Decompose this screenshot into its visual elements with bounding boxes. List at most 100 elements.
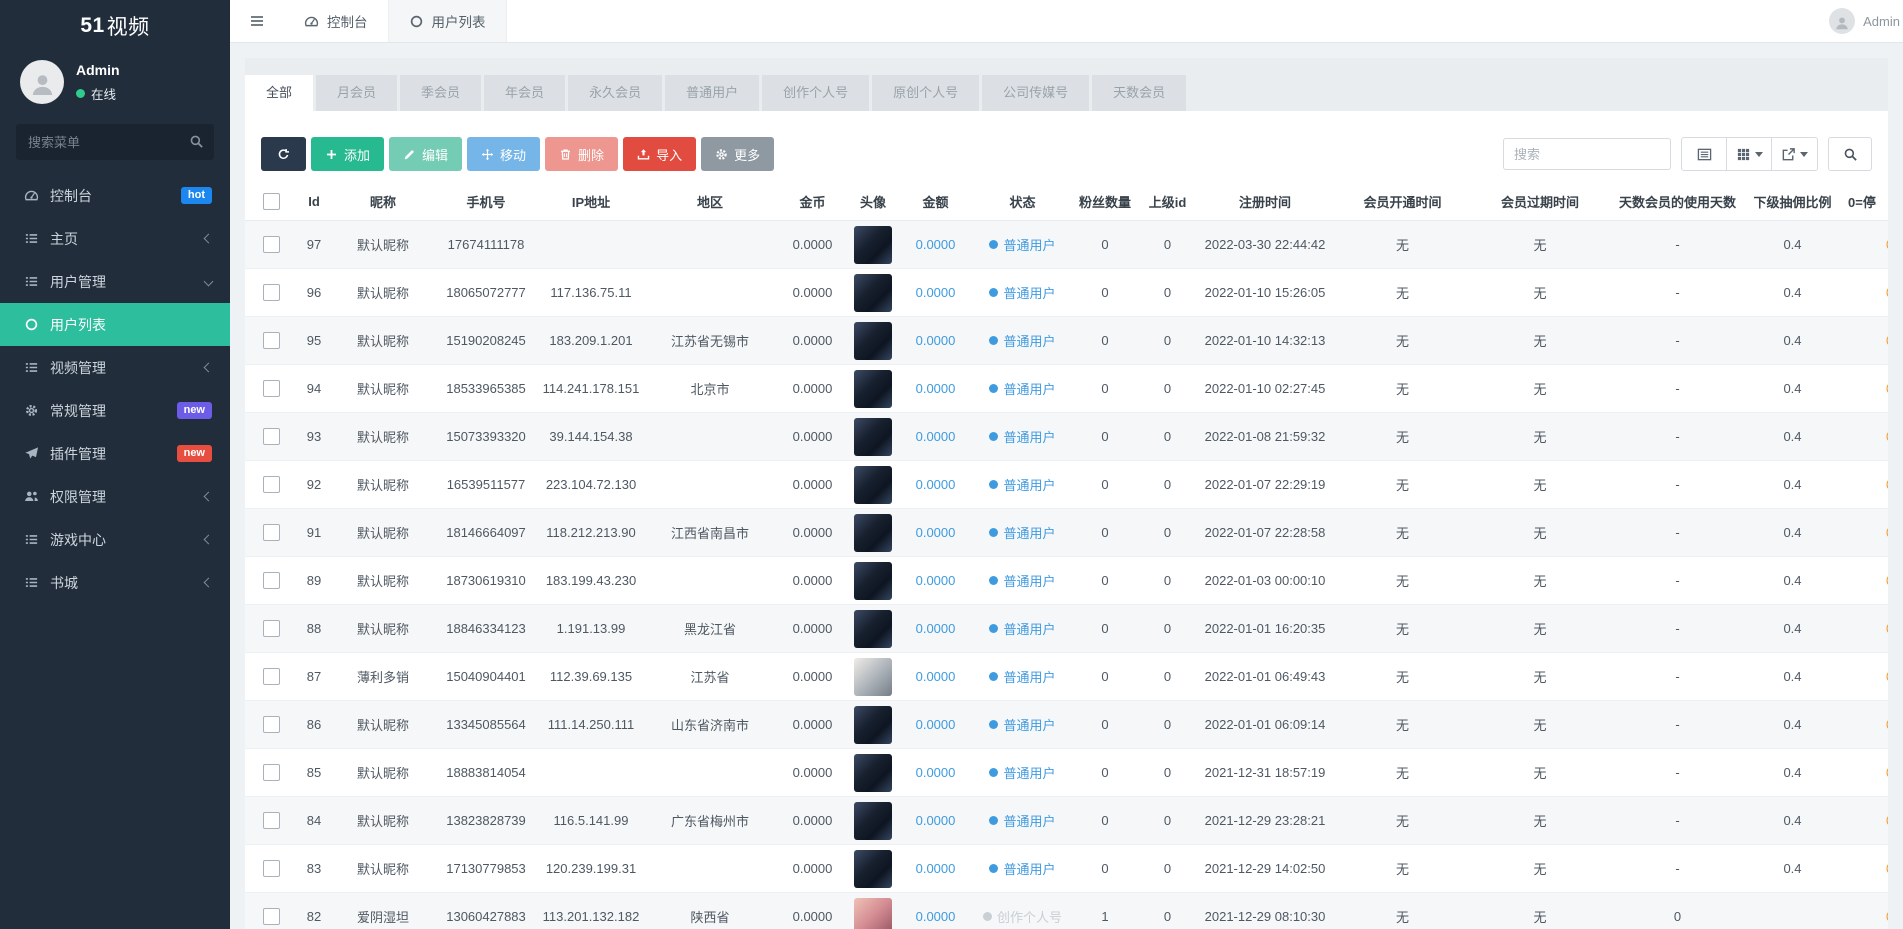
status-label: 普通用户 (1003, 379, 1055, 398)
search-button[interactable] (1828, 137, 1872, 171)
sidebar-item-权限管理[interactable]: 权限管理 (0, 475, 230, 518)
sidebar-item-插件管理[interactable]: 插件管理new (0, 432, 230, 475)
amount-link[interactable]: 0.0000 (916, 861, 956, 876)
amount-link[interactable]: 0.0000 (916, 477, 956, 492)
filter-tab-季会员[interactable]: 季会员 (400, 75, 481, 111)
amount-link[interactable]: 0.0000 (916, 765, 956, 780)
row-checkbox[interactable] (263, 284, 280, 301)
cell-ip: 1.191.13.99 (537, 605, 645, 653)
amount-link[interactable]: 0.0000 (916, 285, 956, 300)
column-header-phone: 手机号 (435, 183, 537, 221)
cell-select (245, 845, 297, 893)
topbar-tab-用户列表[interactable]: 用户列表 (388, 0, 507, 42)
amount-link[interactable]: 0.0000 (916, 525, 956, 540)
cell-parent-id: 0 (1140, 221, 1195, 269)
cell-amount: 0.0000 (896, 413, 975, 461)
cell-member-days: - (1610, 509, 1745, 557)
export-button[interactable] (1772, 138, 1817, 170)
cell-parent-id: 0 (1140, 317, 1195, 365)
move-button[interactable]: 移动 (467, 137, 540, 171)
amount-link[interactable]: 0.0000 (916, 333, 956, 348)
columns-view-button[interactable] (1727, 138, 1772, 170)
sidebar-search-input[interactable] (16, 124, 214, 160)
row-checkbox[interactable] (263, 908, 280, 925)
row-checkbox[interactable] (263, 764, 280, 781)
cell-status: 普通用户 (975, 653, 1070, 701)
cell-vip-start: 无 (1335, 509, 1470, 557)
amount-link[interactable]: 0.0000 (916, 813, 956, 828)
filter-tab-创作个人号[interactable]: 创作个人号 (762, 75, 869, 111)
row-checkbox[interactable] (263, 380, 280, 397)
row-checkbox[interactable] (263, 668, 280, 685)
amount-link[interactable]: 0.0000 (916, 573, 956, 588)
row-checkbox[interactable] (263, 716, 280, 733)
sidebar-item-主页[interactable]: 主页 (0, 217, 230, 260)
sidebar-item-常规管理[interactable]: 常规管理new (0, 389, 230, 432)
row-checkbox[interactable] (263, 620, 280, 637)
column-header-parent: 上级id (1140, 183, 1195, 221)
cell-enabled: 0 (1840, 317, 1888, 365)
cell-enabled: 0 (1840, 797, 1888, 845)
row-checkbox[interactable] (263, 236, 280, 253)
filter-tab-原创个人号[interactable]: 原创个人号 (872, 75, 979, 111)
status-dot-icon (989, 816, 998, 825)
new-badge: new (177, 445, 212, 462)
filter-tab-普通用户[interactable]: 普通用户 (665, 75, 759, 111)
cell-parent-id: 0 (1140, 749, 1195, 797)
sidebar-item-书城[interactable]: 书城 (0, 561, 230, 604)
row-checkbox[interactable] (263, 860, 280, 877)
sidebar-item-用户列表[interactable]: 用户列表 (0, 303, 230, 346)
sidebar-item-控制台[interactable]: 控制台hot (0, 174, 230, 217)
table-row-93: 93默认昵称1507339332039.144.154.380.00000.00… (245, 413, 1888, 461)
cell-vip-end: 无 (1470, 413, 1610, 461)
select-all-checkbox[interactable] (263, 193, 280, 210)
sidebar-item-用户管理[interactable]: 用户管理 (0, 260, 230, 303)
add-button[interactable]: 添加 (311, 137, 384, 171)
cell-vip-end: 无 (1470, 221, 1610, 269)
topbar-user[interactable]: Admin (1829, 0, 1903, 42)
refresh-icon (277, 148, 290, 161)
filter-tab-公司传媒号[interactable]: 公司传媒号 (982, 75, 1089, 111)
amount-link[interactable]: 0.0000 (916, 717, 956, 732)
row-checkbox[interactable] (263, 572, 280, 589)
filter-tab-全部[interactable]: 全部 (245, 75, 313, 111)
cell-nickname: 默认昵称 (331, 557, 435, 605)
cell-phone: 13823828739 (435, 797, 537, 845)
import-button[interactable]: 导入 (623, 137, 696, 171)
chevron-down-icon (204, 277, 214, 287)
more-button[interactable]: 更多 (701, 137, 774, 171)
delete-button[interactable]: 删除 (545, 137, 618, 171)
refresh-button[interactable] (261, 137, 306, 171)
view-button-group (1681, 137, 1818, 171)
amount-link[interactable]: 0.0000 (916, 669, 956, 684)
filter-tab-永久会员[interactable]: 永久会员 (568, 75, 662, 111)
filter-tab-月会员[interactable]: 月会员 (316, 75, 397, 111)
hamburger-menu-button[interactable] (230, 0, 284, 42)
circle-icon (409, 14, 424, 29)
row-checkbox[interactable] (263, 476, 280, 493)
topbar-tab-控制台[interactable]: 控制台 (284, 0, 388, 42)
cell-id: 82 (297, 893, 331, 929)
sidebar-item-视频管理[interactable]: 视频管理 (0, 346, 230, 389)
edit-button[interactable]: 编辑 (389, 137, 462, 171)
table-search-input[interactable] (1503, 138, 1671, 170)
detail-view-button[interactable] (1682, 138, 1727, 170)
cell-reg-time: 2022-01-03 00:00:10 (1195, 557, 1335, 605)
row-checkbox[interactable] (263, 428, 280, 445)
user-avatar-image (854, 706, 892, 744)
amount-link[interactable]: 0.0000 (916, 909, 956, 924)
cell-enabled: 0 (1840, 749, 1888, 797)
cell-region: 陕西省 (645, 893, 775, 929)
amount-link[interactable]: 0.0000 (916, 429, 956, 444)
row-checkbox[interactable] (263, 812, 280, 829)
row-checkbox[interactable] (263, 332, 280, 349)
amount-link[interactable]: 0.0000 (916, 381, 956, 396)
filter-tab-年会员[interactable]: 年会员 (484, 75, 565, 111)
filter-tab-天数会员[interactable]: 天数会员 (1092, 75, 1186, 111)
user-avatar-image (854, 754, 892, 792)
sidebar-item-游戏中心[interactable]: 游戏中心 (0, 518, 230, 561)
amount-link[interactable]: 0.0000 (916, 621, 956, 636)
row-checkbox[interactable] (263, 524, 280, 541)
amount-link[interactable]: 0.0000 (916, 237, 956, 252)
cell-enabled: 0 (1840, 605, 1888, 653)
